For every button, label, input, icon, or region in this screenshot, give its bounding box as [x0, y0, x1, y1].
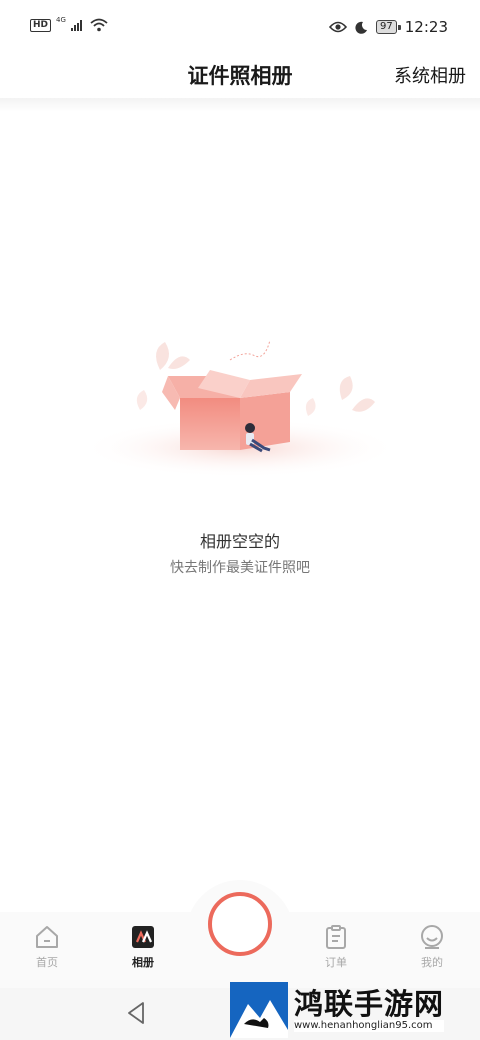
- watermark: 鸿联手游网 www.henanhonglian95.com: [230, 980, 470, 1040]
- status-left: HD 4G: [30, 15, 108, 32]
- nav-item-album[interactable]: 相册: [113, 924, 173, 970]
- title-bar: 证件照相册 系统相册: [0, 52, 480, 100]
- moon-icon: [355, 21, 368, 34]
- battery-indicator: 97: [376, 20, 401, 34]
- nav-label-album: 相册: [132, 956, 154, 969]
- signal-icon: [70, 20, 82, 31]
- empty-state-subtitle: 快去制作最美证件照吧: [170, 560, 310, 576]
- empty-box-illustration: [80, 339, 400, 478]
- watermark-logo: [230, 982, 288, 1038]
- wifi-icon: [90, 18, 108, 32]
- back-triangle-icon[interactable]: [124, 1000, 148, 1026]
- status-bar: HD 4G 97 12:23: [0, 0, 480, 52]
- home-icon: [36, 926, 58, 948]
- eye-icon: [329, 21, 348, 33]
- capture-button[interactable]: [208, 892, 272, 956]
- nav-item-home[interactable]: 首页: [17, 924, 77, 970]
- nav-label-orders: 订单: [325, 956, 347, 969]
- empty-state-title: 相册空空的: [199, 532, 280, 551]
- nav-label-home: 首页: [36, 956, 58, 969]
- smiley-icon: [421, 925, 443, 949]
- hd-badge: HD: [30, 18, 52, 32]
- system-album-button[interactable]: 系统相册: [394, 62, 466, 88]
- status-time: 12:23: [404, 18, 448, 36]
- screen: HD 4G 97 12:23 证件照相册 系统相册 相册空空的 快去制作最美证件…: [0, 0, 480, 1040]
- watermark-url: www.henanhonglian95.com: [294, 1020, 445, 1032]
- watermark-text: 鸿联手游网 www.henanhonglian95.com: [294, 987, 445, 1032]
- nav-label-me: 我的: [421, 956, 443, 969]
- album-icon: [132, 926, 154, 948]
- nav-item-orders[interactable]: 订单: [306, 924, 366, 970]
- nav-item-me[interactable]: 我的: [402, 924, 462, 970]
- clipboard-icon: [326, 925, 346, 949]
- status-right: 97 12:23: [329, 18, 448, 36]
- title-bar-shadow: [0, 98, 480, 112]
- watermark-name: 鸿联手游网: [294, 987, 445, 1021]
- network-type: 4G: [56, 15, 66, 24]
